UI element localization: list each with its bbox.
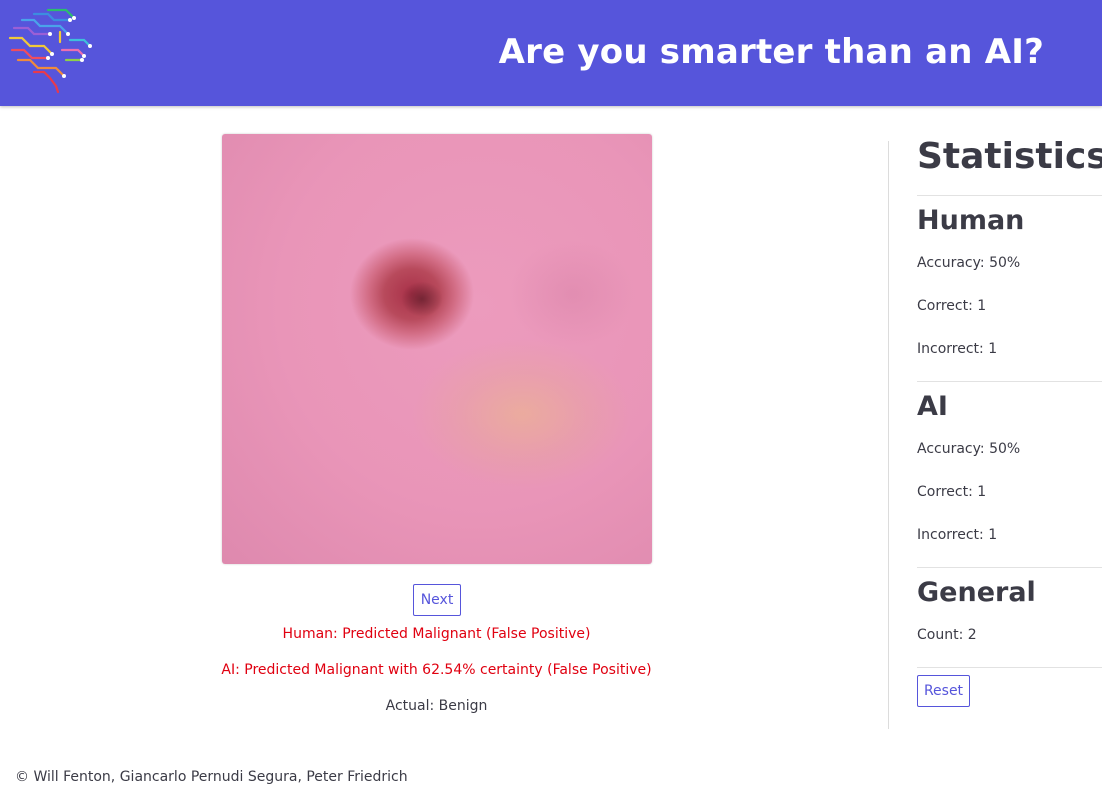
ai-correct: Correct: 1 xyxy=(917,484,987,500)
reset-button[interactable]: Reset xyxy=(917,675,970,707)
quiz-panel: Next Human: Predicted Malignant (False P… xyxy=(0,106,888,746)
header-bar: Are you smarter than an AI? xyxy=(0,0,1102,106)
statistics-sidebar: Statistics Human Accuracy: 50% Correct: … xyxy=(917,106,1102,746)
vertical-divider xyxy=(888,141,889,729)
ai-result-text: AI: Predicted Malignant with 62.54% cert… xyxy=(221,662,652,678)
human-heading: Human xyxy=(917,205,1025,236)
ai-accuracy: Accuracy: 50% xyxy=(917,441,1021,457)
divider xyxy=(917,381,1102,382)
next-button[interactable]: Next xyxy=(413,584,461,616)
general-count: Count: 2 xyxy=(917,627,977,643)
divider xyxy=(917,195,1102,196)
human-result-text: Human: Predicted Malignant (False Positi… xyxy=(282,626,591,642)
actual-label-text: Actual: Benign xyxy=(385,698,488,714)
general-heading: General xyxy=(917,577,1036,608)
skin-lesion-image xyxy=(222,134,652,564)
divider xyxy=(917,567,1102,568)
statistics-heading: Statistics xyxy=(917,136,1102,177)
human-correct: Correct: 1 xyxy=(917,298,987,314)
human-incorrect: Incorrect: 1 xyxy=(917,341,998,357)
page-title: Are you smarter than an AI? xyxy=(498,32,1044,72)
footer-copyright: © Will Fenton, Giancarlo Pernudi Segura,… xyxy=(15,769,408,785)
human-accuracy: Accuracy: 50% xyxy=(917,255,1021,271)
divider xyxy=(917,667,1102,668)
ai-heading: AI xyxy=(917,391,948,422)
ai-incorrect: Incorrect: 1 xyxy=(917,527,998,543)
lesion-photo xyxy=(222,134,652,564)
brain-circuit-logo-icon xyxy=(8,8,92,94)
